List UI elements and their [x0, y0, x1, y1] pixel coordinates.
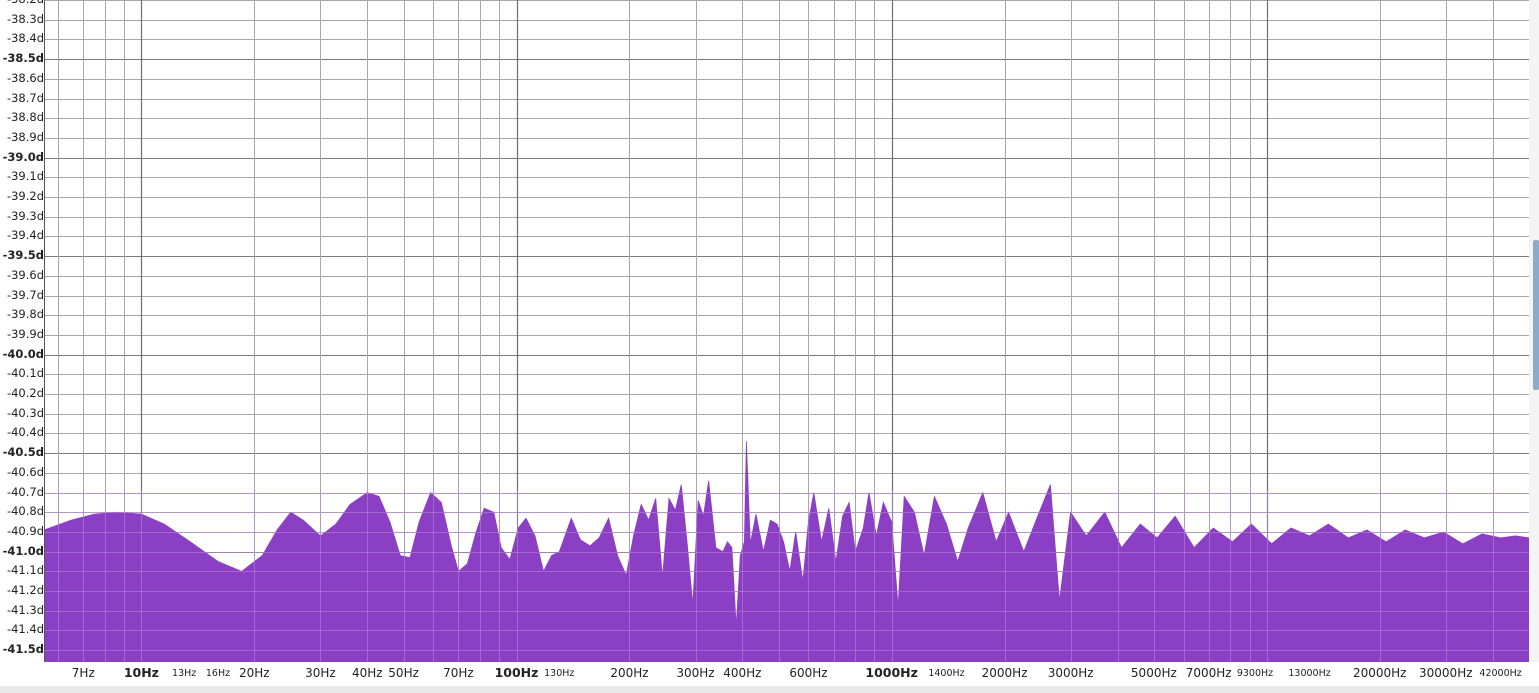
- y-tick-label: -41.1d: [6, 564, 44, 578]
- x-tick-label: 200Hz: [610, 666, 649, 680]
- y-tick-label: -39.2d: [6, 190, 44, 204]
- x-tick-label: 400Hz: [723, 666, 762, 680]
- spectrum-plot-window: -38.2d -38.3d -38.4d -38.5d -38.6d -38.7d -38.…: [0, 0, 1539, 693]
- y-tick-label: -40.0d: [2, 347, 44, 361]
- x-tick-label: 1000Hz: [865, 665, 918, 680]
- x-tick-label: 16Hz: [205, 668, 231, 679]
- y-tick-label: -38.7d: [6, 91, 44, 105]
- y-tick-label: -38.5d: [2, 52, 44, 66]
- y-tick-label: -38.9d: [6, 130, 44, 144]
- y-tick-label: -40.6d: [6, 465, 44, 479]
- x-tick-label: 1400Hz: [928, 668, 965, 679]
- vertical-scrollbar-thumb[interactable]: [1533, 240, 1539, 390]
- y-tick-label: -39.3d: [6, 209, 44, 223]
- y-tick-label: -39.1d: [6, 170, 44, 184]
- y-tick-label: -38.2d: [0, 0, 44, 6]
- y-tick-label: -39.8d: [6, 308, 44, 322]
- x-tick-label: 600Hz: [789, 666, 828, 680]
- x-tick-label: 40Hz: [351, 666, 383, 680]
- x-tick-label: 7000Hz: [1185, 666, 1232, 680]
- y-tick-label: -39.7d: [6, 288, 44, 302]
- y-tick-label: -40.2d: [6, 387, 44, 401]
- x-tick-label: 13000Hz: [1288, 668, 1331, 679]
- y-tick-label: -39.6d: [6, 268, 44, 282]
- bottom-edge: [0, 686, 1539, 693]
- y-tick-label: -39.9d: [6, 327, 44, 341]
- y-tick-label: -41.0d: [2, 544, 44, 558]
- x-tick-label: 100Hz: [494, 665, 539, 680]
- y-tick-label: -40.1d: [6, 367, 44, 381]
- x-tick-label: 10Hz: [123, 665, 159, 680]
- y-tick-label: -40.8d: [6, 505, 44, 519]
- y-tick-label: -40.4d: [6, 426, 44, 440]
- y-tick-label: -39.0d: [2, 150, 44, 164]
- y-tick-label: -41.4d: [6, 623, 44, 637]
- y-tick-label: -39.4d: [6, 229, 44, 243]
- y-tick-label: -38.4d: [6, 32, 44, 46]
- y-tick-label: -41.3d: [6, 603, 44, 617]
- x-tick-label: 9300Hz: [1236, 668, 1274, 679]
- y-tick-label: -40.7d: [6, 485, 44, 499]
- x-tick-label: 7Hz: [71, 666, 95, 680]
- x-tick-label: 130Hz: [544, 668, 575, 679]
- y-tick-label: -39.5d: [2, 249, 44, 263]
- x-tick-label: 42000Hz: [1479, 668, 1522, 679]
- x-tick-label: 13Hz: [172, 668, 197, 679]
- y-tick-label: -38.3d: [6, 12, 44, 26]
- spectrum-plot-area[interactable]: [0, 0, 1539, 693]
- y-tick-label: -38.8d: [6, 111, 44, 125]
- x-tick-label: 30000Hz: [1419, 666, 1473, 680]
- spectrum-area: [43, 441, 1530, 663]
- x-tick-label: 3000Hz: [1047, 666, 1094, 680]
- y-axis-ruler[interactable]: -38.2d -38.3d -38.4d -38.5d -38.6d -38.7d -38.…: [0, 0, 44, 662]
- x-tick-label: 50Hz: [388, 666, 419, 680]
- y-tick-label: -40.5d: [2, 446, 44, 460]
- y-tick-label: -41.5d: [2, 643, 44, 657]
- x-tick-label: 2000Hz: [981, 666, 1028, 680]
- x-tick-label: 5000Hz: [1130, 666, 1177, 680]
- x-tick-label: 30Hz: [305, 666, 336, 680]
- y-tick-label: -38.6d: [6, 71, 44, 85]
- x-tick-label: 20000Hz: [1352, 666, 1407, 680]
- y-tick-label: -41.2d: [6, 584, 44, 598]
- x-tick-label: 300Hz: [676, 666, 715, 680]
- x-tick-label: 20Hz: [239, 666, 270, 680]
- y-tick-label: -40.3d: [6, 406, 44, 420]
- y-tick-label: -40.9d: [6, 524, 44, 538]
- x-tick-label: 70Hz: [443, 666, 474, 680]
